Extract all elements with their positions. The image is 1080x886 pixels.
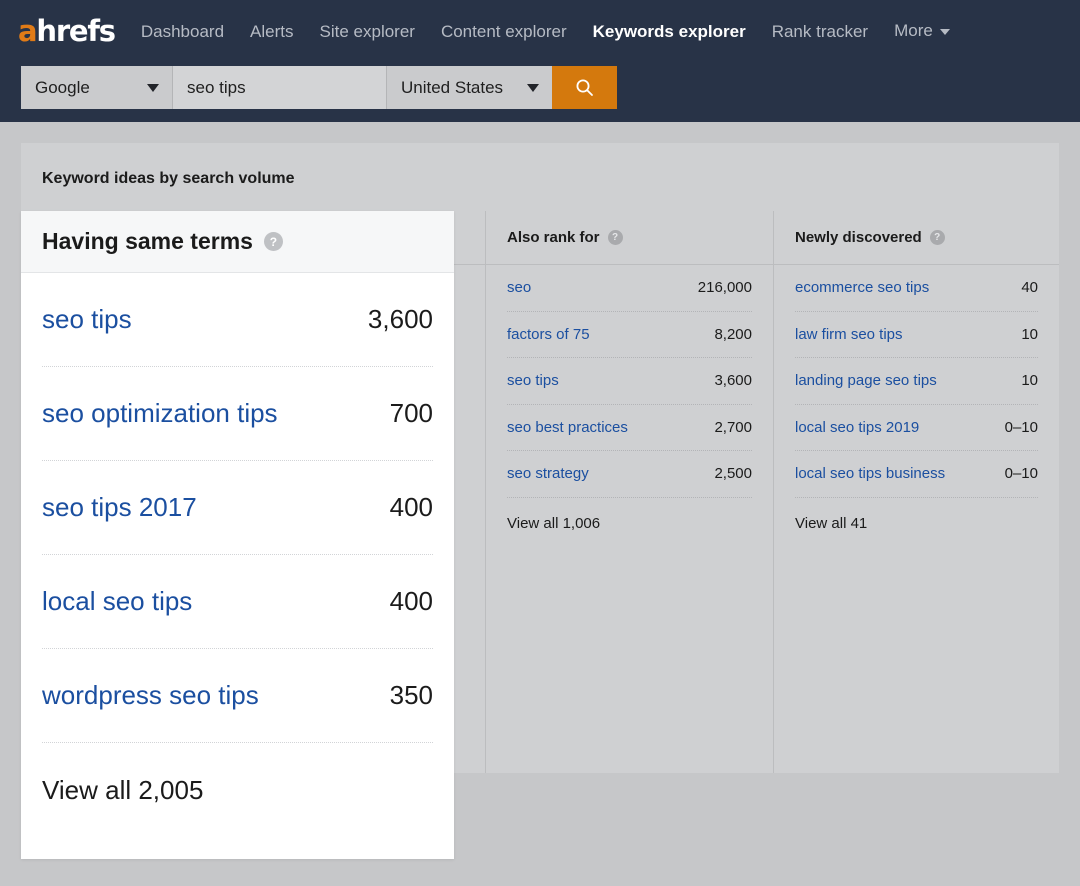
table-row[interactable]: seo tips 3,600 [507,358,752,405]
nav-more-label: More [894,21,933,41]
nav-item-site-explorer[interactable]: Site explorer [320,23,415,40]
keyword-link[interactable]: wordpress seo tips [42,680,259,711]
table-row[interactable]: seo optimization tips 700 [42,367,433,461]
search-volume: 2,500 [704,465,752,482]
search-volume: 3,600 [358,304,433,335]
search-bar: Google United States [21,66,617,109]
keyword-link[interactable]: local seo tips business [795,465,945,482]
keyword-search-input[interactable] [173,66,386,109]
table-row[interactable]: seo strategy 2,500 [507,451,752,498]
search-volume: 0–10 [995,419,1038,436]
nav-row: ahrefs Dashboard Alerts Site explorer Co… [0,0,1080,62]
keyword-link[interactable]: landing page seo tips [795,372,937,389]
search-button[interactable] [552,66,617,109]
search-volume: 400 [380,492,433,523]
table-row[interactable]: ecommerce seo tips 40 [795,265,1038,312]
table-row[interactable]: local seo tips 400 [42,555,433,649]
panel-heading-having: Having same terms ? [21,211,454,273]
keyword-rows-having: seo tips 3,600 seo optimization tips 700… [21,273,454,743]
search-volume: 0–10 [995,465,1038,482]
nav-item-rank-tracker[interactable]: Rank tracker [772,23,868,40]
nav-item-more[interactable]: More [894,21,950,41]
page-title: Keyword ideas by search volume [42,170,295,188]
nav-item-dashboard[interactable]: Dashboard [141,23,224,40]
table-row[interactable]: landing page seo tips 10 [795,358,1038,405]
search-volume: 216,000 [688,279,752,296]
table-row[interactable]: seo tips 3,600 [42,273,433,367]
keyword-link[interactable]: ecommerce seo tips [795,279,929,296]
search-volume: 10 [1011,372,1038,389]
table-row[interactable]: wordpress seo tips 350 [42,649,433,743]
column-also-rank-for: Also rank for ? seo 216,000 factors of 7… [485,211,773,773]
keyword-link[interactable]: factors of 75 [507,326,590,343]
table-row[interactable]: law firm seo tips 10 [795,312,1038,359]
table-row[interactable]: seo 216,000 [507,265,752,312]
chevron-down-icon [527,84,539,92]
keyword-link[interactable]: law firm seo tips [795,326,903,343]
table-row[interactable]: seo tips 2017 400 [42,461,433,555]
nav-item-content-explorer[interactable]: Content explorer [441,23,567,40]
country-select[interactable]: United States [386,66,552,109]
column-newly-discovered: Newly discovered ? ecommerce seo tips 40… [773,211,1059,773]
table-row[interactable]: seo best practices 2,700 [507,405,752,452]
keyword-link[interactable]: seo tips [42,304,132,335]
keyword-link[interactable]: seo optimization tips [42,398,278,429]
keyword-link[interactable]: seo best practices [507,419,628,436]
search-engine-select[interactable]: Google [21,66,173,109]
view-all-having[interactable]: View all 2,005 [21,743,454,806]
help-icon[interactable]: ? [930,230,945,245]
keyword-link[interactable]: local seo tips 2019 [795,419,919,436]
search-icon [575,78,594,97]
nav-links: Dashboard Alerts Site explorer Content e… [141,21,950,41]
column-heading-newly: Newly discovered ? [774,211,1059,265]
column-heading-also-label: Also rank for [507,229,600,246]
keyword-link[interactable]: seo tips [507,372,559,389]
having-same-terms-panel: Having same terms ? seo tips 3,600 seo o… [21,211,454,859]
panel-heading-having-label: Having same terms [42,228,253,255]
logo-text: hrefs [36,17,115,46]
nav-item-keywords-explorer[interactable]: Keywords explorer [593,23,746,40]
keyword-rows-also: seo 216,000 factors of 75 8,200 seo tips… [486,265,773,498]
keyword-link[interactable]: seo [507,279,531,296]
help-icon[interactable]: ? [264,232,283,251]
view-all-also[interactable]: View all 1,006 [486,498,773,532]
search-volume: 700 [380,398,433,429]
keyword-link[interactable]: seo tips 2017 [42,492,197,523]
search-volume: 400 [380,586,433,617]
table-row[interactable]: local seo tips 2019 0–10 [795,405,1038,452]
search-volume: 2,700 [704,419,752,436]
search-volume: 40 [1011,279,1038,296]
help-icon[interactable]: ? [608,230,623,245]
chevron-down-icon [147,84,159,92]
search-volume: 8,200 [704,326,752,343]
chevron-down-icon [940,29,950,35]
search-volume: 3,600 [704,372,752,389]
search-engine-value: Google [35,78,90,98]
logo-letter-a: a [18,17,36,46]
view-all-newly[interactable]: View all 41 [774,498,1059,532]
keyword-rows-newly: ecommerce seo tips 40 law firm seo tips … [774,265,1059,498]
table-row[interactable]: local seo tips business 0–10 [795,451,1038,498]
search-volume: 10 [1011,326,1038,343]
column-heading-newly-label: Newly discovered [795,229,922,246]
ahrefs-logo[interactable]: ahrefs [18,17,115,46]
column-heading-also: Also rank for ? [486,211,773,265]
search-volume: 350 [380,680,433,711]
nav-item-alerts[interactable]: Alerts [250,23,293,40]
keyword-link[interactable]: local seo tips [42,586,192,617]
top-navigation-bar: ahrefs Dashboard Alerts Site explorer Co… [0,0,1080,122]
table-row[interactable]: factors of 75 8,200 [507,312,752,359]
keyword-link[interactable]: seo strategy [507,465,589,482]
country-value: United States [401,78,503,98]
